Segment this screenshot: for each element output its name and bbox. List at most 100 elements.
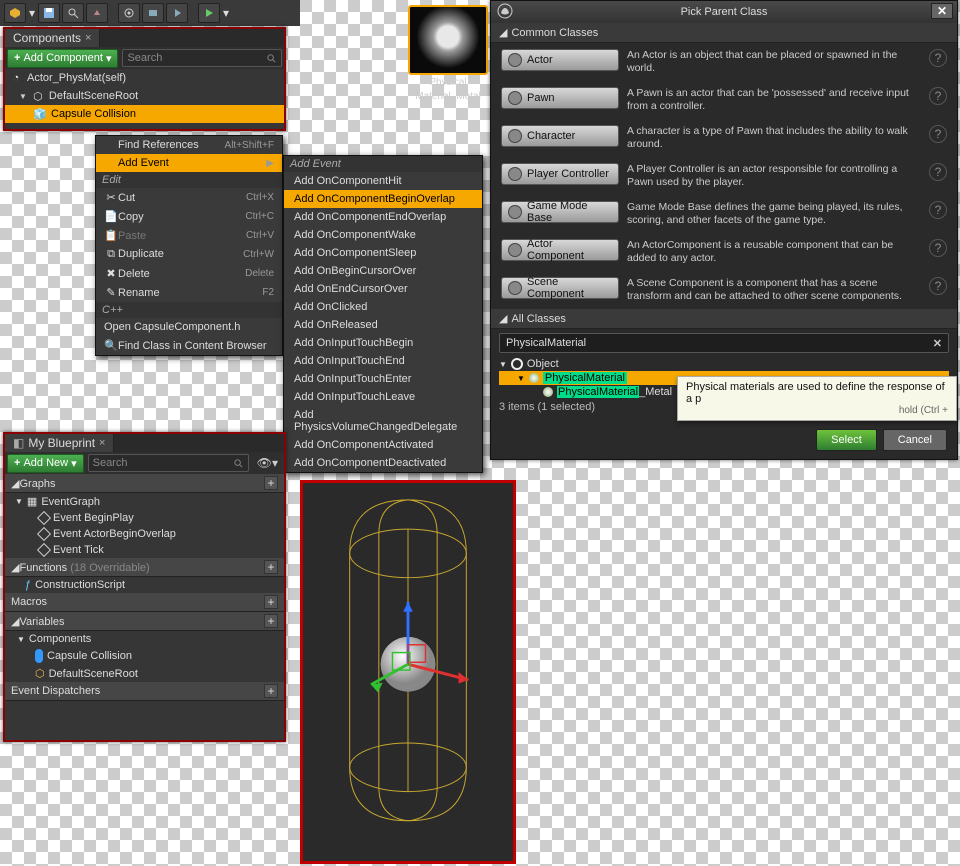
submenu-item-addoncomponentdeactivated[interactable]: Add OnComponentDeactivated xyxy=(284,454,482,472)
ctx-rename[interactable]: ✎RenameF2 xyxy=(96,283,282,302)
dialog-close-button[interactable]: ✕ xyxy=(931,3,953,19)
add-macro-button[interactable]: + xyxy=(264,595,278,609)
find-in-cb-icon[interactable] xyxy=(62,3,84,23)
ctx-find-references[interactable]: Find ReferencesAlt+Shift+F xyxy=(96,136,282,154)
expand-arrow-icon[interactable]: ▼ xyxy=(517,374,525,383)
scene-root-item[interactable]: ▼⬡DefaultSceneRoot xyxy=(5,87,284,105)
components-subsection[interactable]: ▼Components xyxy=(5,631,284,647)
add-variable-button[interactable]: + xyxy=(264,614,278,628)
help-button[interactable]: ? xyxy=(929,201,947,219)
var-scene-root[interactable]: ⬡DefaultSceneRoot xyxy=(5,665,284,682)
event-dispatchers-section[interactable]: Event Dispatchers+ xyxy=(5,682,284,701)
add-dispatcher-button[interactable]: + xyxy=(264,684,278,698)
play-icon[interactable] xyxy=(166,3,188,23)
variables-section[interactable]: ◢Variables+ xyxy=(5,612,284,631)
event-graph-item[interactable]: ▼▦EventGraph xyxy=(5,493,284,510)
class-description: Game Mode Base defines the game being pl… xyxy=(627,201,921,227)
run-dropdown-icon[interactable]: ▾ xyxy=(222,6,230,20)
ctx-cut[interactable]: ✂CutCtrl+X xyxy=(96,188,282,207)
submenu-item-addoninputtouchend[interactable]: Add OnInputTouchEnd xyxy=(284,352,482,370)
scene-var-icon: ⬡ xyxy=(35,667,45,680)
submenu-item-addoncomponentwake[interactable]: Add OnComponentWake xyxy=(284,226,482,244)
expand-arrow-icon[interactable]: ▼ xyxy=(19,92,27,101)
event-actor-overlap[interactable]: Event ActorBeginOverlap xyxy=(5,526,284,542)
all-classes-header[interactable]: ◢All Classes xyxy=(491,309,957,329)
ctx-paste[interactable]: 📋PasteCtrl+V xyxy=(96,226,282,245)
submenu-item-addoncomponentbeginoverlap[interactable]: Add OnComponentBeginOverlap xyxy=(284,190,482,208)
clear-search-button[interactable]: ✕ xyxy=(933,337,942,350)
submenu-item-addoninputtouchleave[interactable]: Add OnInputTouchLeave xyxy=(284,388,482,406)
functions-section[interactable]: ◢Functions (18 Overridable)+ xyxy=(5,558,284,577)
help-button[interactable]: ? xyxy=(929,163,947,181)
help-button[interactable]: ? xyxy=(929,49,947,67)
class-search-input[interactable]: PhysicalMaterial✕ xyxy=(499,333,949,353)
dialog-titlebar[interactable]: Pick Parent Class ✕ xyxy=(491,1,957,23)
submenu-item-addoncomponentactivated[interactable]: Add OnComponentActivated xyxy=(284,436,482,454)
class-button-pawn[interactable]: Pawn xyxy=(501,87,619,109)
ctx-duplicate[interactable]: ⧉DuplicateCtrl+W xyxy=(96,245,282,264)
class-button-game-mode-base[interactable]: Game Mode Base xyxy=(501,201,619,223)
my-blueprint-tab[interactable]: ◧My Blueprint× xyxy=(5,434,114,452)
var-capsule[interactable]: Capsule Collision xyxy=(5,647,284,665)
submenu-item-addonendcursorover[interactable]: Add OnEndCursorOver xyxy=(284,280,482,298)
ctx-delete[interactable]: ✖DeleteDelete xyxy=(96,264,282,283)
tree-object[interactable]: ▼Object xyxy=(499,357,949,371)
simulation-icon[interactable] xyxy=(142,3,164,23)
class-button-actor-component[interactable]: Actor Component xyxy=(501,239,619,261)
actor-root-item[interactable]: ◔Actor_PhysMat(self) xyxy=(5,69,284,87)
class-defaults-icon[interactable] xyxy=(118,3,140,23)
add-component-button[interactable]: +Add Component▾ xyxy=(7,49,118,68)
submenu-item-addoncomponentendoverlap[interactable]: Add OnComponentEndOverlap xyxy=(284,208,482,226)
capsule-item[interactable]: 🧊Capsule Collision xyxy=(5,105,284,123)
add-graph-button[interactable]: + xyxy=(264,476,278,490)
asset-thumbnail[interactable]: Physical Material_Metal xyxy=(408,5,488,103)
component-search-input[interactable]: Search xyxy=(122,49,282,67)
macros-section[interactable]: Macros+ xyxy=(5,593,284,612)
event-tick[interactable]: Event Tick xyxy=(5,542,284,558)
submenu-item-addoncomponenthit[interactable]: Add OnComponentHit xyxy=(284,172,482,190)
construction-script[interactable]: ƒConstructionScript xyxy=(5,577,284,593)
class-button-player-controller[interactable]: Player Controller xyxy=(501,163,619,185)
blueprint-search-input[interactable]: Search xyxy=(88,454,249,472)
close-icon[interactable]: × xyxy=(99,437,105,449)
class-button-scene-component[interactable]: Scene Component xyxy=(501,277,619,299)
viewport-preview[interactable] xyxy=(300,480,516,864)
expand-arrow-icon[interactable]: ▼ xyxy=(15,497,23,506)
add-function-button[interactable]: + xyxy=(264,560,278,574)
toolbar-dropdown-icon[interactable]: ▾ xyxy=(28,6,36,20)
construction-label: ConstructionScript xyxy=(35,579,125,591)
ctx-open-header[interactable]: Open CapsuleComponent.h xyxy=(96,318,282,336)
ctx-copy[interactable]: 📄CopyCtrl+C xyxy=(96,207,282,226)
submenu-item-addoncomponentsleep[interactable]: Add OnComponentSleep xyxy=(284,244,482,262)
ctx-rename-shortcut: F2 xyxy=(262,287,274,298)
submenu-item-addoninputtouchenter[interactable]: Add OnInputTouchEnter xyxy=(284,370,482,388)
ctx-add-event[interactable]: Add Event▶ xyxy=(96,154,282,172)
ctx-find-class[interactable]: 🔍Find Class in Content Browser xyxy=(96,336,282,355)
view-options-icon[interactable]: 👁▾ xyxy=(253,456,282,470)
submenu-item-addonclicked[interactable]: Add OnClicked xyxy=(284,298,482,316)
submenu-item-addoninputtouchbegin[interactable]: Add OnInputTouchBegin xyxy=(284,334,482,352)
scene-icon: ⬡ xyxy=(31,89,45,103)
submenu-item-addonreleased[interactable]: Add OnReleased xyxy=(284,316,482,334)
compile-icon[interactable] xyxy=(4,3,26,23)
class-button-character[interactable]: Character xyxy=(501,125,619,147)
class-settings-icon[interactable] xyxy=(86,3,108,23)
graphs-section[interactable]: ◢Graphs+ xyxy=(5,474,284,493)
help-button[interactable]: ? xyxy=(929,87,947,105)
run-icon[interactable] xyxy=(198,3,220,23)
close-icon[interactable]: × xyxy=(85,32,91,44)
save-icon[interactable] xyxy=(38,3,60,23)
submenu-item-addonbegincursorover[interactable]: Add OnBeginCursorOver xyxy=(284,262,482,280)
event-beginplay[interactable]: Event BeginPlay xyxy=(5,510,284,526)
help-button[interactable]: ? xyxy=(929,277,947,295)
help-button[interactable]: ? xyxy=(929,125,947,143)
expand-arrow-icon[interactable]: ▼ xyxy=(499,360,507,369)
help-button[interactable]: ? xyxy=(929,239,947,257)
select-button[interactable]: Select xyxy=(816,429,877,451)
add-new-button[interactable]: +Add New▾ xyxy=(7,454,84,473)
submenu-item-addphysicsvolumechangeddelegate[interactable]: Add PhysicsVolumeChangedDelegate xyxy=(284,406,482,436)
class-button-actor[interactable]: Actor xyxy=(501,49,619,71)
common-classes-header[interactable]: ◢Common Classes xyxy=(491,23,957,43)
components-tab[interactable]: Components× xyxy=(5,29,100,47)
cancel-button[interactable]: Cancel xyxy=(883,429,947,451)
